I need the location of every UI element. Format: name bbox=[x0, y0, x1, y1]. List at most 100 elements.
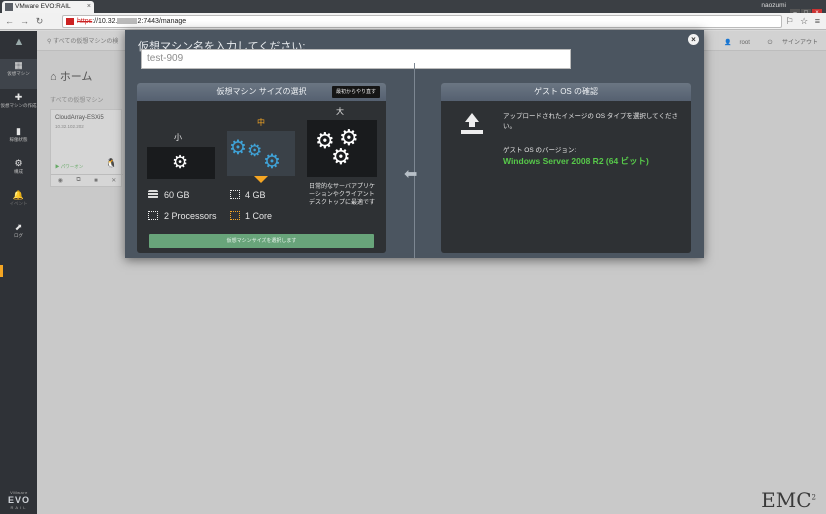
guest-os-panel-title: ゲスト OS の確認 bbox=[441, 83, 691, 101]
memory-value: 4 GB bbox=[245, 190, 266, 200]
sidebar-item-label: ログ bbox=[14, 233, 23, 238]
sidebar-item-label: イベント bbox=[9, 201, 28, 206]
size-option-medium[interactable]: ⚙ ⚙ ⚙ bbox=[227, 131, 295, 176]
vm-power-state: ▶ パワーオン bbox=[55, 164, 84, 169]
sidebar-item-label: 仮想マシン bbox=[7, 71, 30, 76]
cpu-icon bbox=[148, 211, 158, 220]
reset-button[interactable]: 最初からやり直す bbox=[331, 86, 380, 98]
emc-logo-text: EMC bbox=[761, 488, 812, 512]
vmware-favicon-icon bbox=[5, 3, 13, 11]
cpu-value: 2 Processors bbox=[164, 211, 217, 221]
back-arrow-icon[interactable]: ⬅ bbox=[404, 164, 417, 184]
url-redacted bbox=[117, 18, 138, 25]
footer-logo-line2: EVO bbox=[7, 495, 30, 505]
browser-tab-bar: VMware EVO:RAIL × naozumi –□× bbox=[0, 0, 826, 18]
browser-tab-title: VMware EVO:RAIL bbox=[15, 3, 71, 10]
url-path: 2:7443/manage bbox=[137, 18, 187, 25]
vm-ip: 10.32.102.202 bbox=[55, 124, 84, 129]
vm-size-panel: 仮想マシン サイズの選択 最初からやり直す 小 ⚙ 中 ⚙ ⚙ ⚙ 大 ⚙ ⚙ … bbox=[137, 83, 386, 253]
os-version-value[interactable]: Windows Server 2008 R2 (64 ビット) bbox=[503, 155, 649, 167]
emc-logo: EMC2 bbox=[761, 488, 816, 512]
page-title: ⌂ ホーム bbox=[50, 68, 92, 84]
bar-chart-icon: ▮ bbox=[16, 126, 21, 136]
vm-action-bar: ◉ ⧉ ■ ✕ bbox=[51, 174, 123, 186]
user-icon: 👤 bbox=[724, 40, 732, 46]
url-input[interactable]: https://10.32. 2:7443/manage bbox=[62, 15, 782, 28]
window-user-name: naozumi bbox=[761, 2, 786, 9]
vm-name: CloudArray-ESXi5 bbox=[55, 115, 104, 121]
plus-icon: ✚ bbox=[14, 92, 23, 102]
browser-tab[interactable]: VMware EVO:RAIL × bbox=[2, 1, 94, 13]
storage-icon bbox=[148, 190, 158, 199]
gear-icon: ⚙ bbox=[263, 151, 281, 173]
logout-link[interactable]: ⏻ サインアウト bbox=[760, 40, 818, 46]
guest-os-panel-title-text: ゲスト OS の確認 bbox=[533, 87, 598, 96]
url-scheme: https bbox=[77, 18, 93, 25]
back-arrow-icon[interactable]: ← bbox=[4, 16, 15, 27]
os-version-label: ゲスト OS のバージョン: bbox=[503, 147, 577, 154]
modal-close-button[interactable]: × bbox=[688, 34, 699, 45]
size-label-small: 小 bbox=[174, 133, 182, 142]
sidebar-item-create-vm[interactable]: ✚ 仮想マシンの作成 bbox=[0, 91, 37, 121]
url-host: ://10.32. bbox=[92, 18, 118, 25]
window-controls: –□× bbox=[789, 1, 823, 18]
clone-icon[interactable]: ⧉ bbox=[76, 177, 80, 184]
app-sidebar: ▲ ▦ 仮想マシン ✚ 仮想マシンの作成 ▮ 稼働状態 ⚙ 構成 🔔 イベント … bbox=[0, 31, 37, 514]
logout-label: サインアウト bbox=[781, 40, 818, 46]
size-option-large[interactable]: ⚙ ⚙ ⚙ bbox=[307, 120, 377, 177]
sidebar-item-health[interactable]: ▮ 稼働状態 bbox=[0, 125, 37, 155]
home-icon: ⌂ bbox=[50, 71, 60, 83]
sidebar-item-events[interactable]: 🔔 イベント bbox=[0, 189, 37, 219]
sidebar-item-vms[interactable]: ▦ 仮想マシン bbox=[0, 59, 37, 89]
upload-icon bbox=[461, 113, 483, 135]
user-name: root bbox=[739, 40, 750, 46]
os-description: アップロードされたイメージの OS タイプを選択してください。 bbox=[503, 113, 678, 130]
forward-arrow-icon[interactable]: → bbox=[19, 16, 30, 27]
gear-icon: ⚙ bbox=[331, 144, 351, 169]
storage-value: 60 GB bbox=[164, 190, 190, 200]
gear-icon: ⚙ bbox=[172, 152, 189, 172]
stop-icon[interactable]: ■ bbox=[94, 178, 98, 184]
page-subtitle: すべての仮想マシン bbox=[50, 98, 104, 104]
vm-name-input[interactable]: test-909 bbox=[141, 49, 571, 69]
insecure-lock-icon bbox=[66, 18, 74, 25]
reload-icon[interactable]: ↻ bbox=[34, 16, 45, 27]
tab-close-icon[interactable]: × bbox=[87, 1, 91, 13]
vm-card[interactable]: CloudArray-ESXi5 10.32.102.202 ▶ パワーオン 🐧… bbox=[50, 109, 123, 187]
gear-icon: ⚙ bbox=[229, 137, 247, 159]
size-label-medium: 中 bbox=[257, 118, 265, 127]
core-icon bbox=[230, 211, 240, 220]
view-icon[interactable]: ◉ bbox=[58, 177, 63, 184]
sidebar-item-config[interactable]: ⚙ 構成 bbox=[0, 157, 37, 187]
search-input[interactable]: すべての仮想マシンの検 bbox=[53, 39, 118, 45]
vm-size-panel-title-text: 仮想マシン サイズの選択 bbox=[216, 87, 307, 96]
gear-icon: ⚙ bbox=[247, 141, 263, 160]
create-vm-modal: × 仮想マシン名を入力してください: test-909 仮想マシン サイズの選択… bbox=[125, 30, 704, 258]
size-description: 日常的なサーバアプリケーションやクライアント デスクトップに最適です bbox=[309, 184, 376, 206]
sidebar-item-label: 構成 bbox=[14, 169, 23, 174]
step-divider bbox=[414, 63, 415, 258]
footer-logo-line3: RAIL bbox=[10, 505, 28, 510]
cores-value: 1 Core bbox=[245, 211, 273, 221]
address-bar: ← → ↻ https://10.32. 2:7443/manage ⚐ ☆ ≡ bbox=[0, 13, 826, 30]
evo-rail-logo-icon: ▲ bbox=[13, 36, 25, 48]
selected-size-pointer bbox=[254, 176, 268, 183]
size-option-small[interactable]: ⚙ bbox=[147, 147, 215, 179]
gear-icon: ⚙ bbox=[14, 158, 23, 168]
browser-toolbar-icons[interactable]: ⚐ ☆ ≡ bbox=[786, 16, 822, 27]
delete-icon[interactable]: ✕ bbox=[111, 177, 116, 184]
vm-search[interactable]: ⚲ すべての仮想マシンの検 bbox=[47, 36, 118, 45]
grid-icon: ▦ bbox=[14, 60, 23, 70]
guest-os-panel: ゲスト OS の確認 アップロードされたイメージの OS タイプを選択してくださ… bbox=[441, 83, 691, 253]
evo-rail-footer-logo: VMware EVO RAIL bbox=[4, 490, 34, 510]
select-size-button[interactable]: 仮想マシンサイズを選択します bbox=[149, 234, 374, 248]
emc-logo-superscript: 2 bbox=[811, 493, 816, 502]
memory-icon bbox=[230, 190, 240, 199]
size-label-large: 大 bbox=[336, 107, 344, 116]
bell-icon: 🔔 bbox=[12, 190, 25, 200]
topbar-user-area: 👤 root ⏻ サインアウト bbox=[716, 37, 818, 47]
page-title-text: ホーム bbox=[59, 71, 93, 83]
sidebar-item-label: 仮想マシンの作成 bbox=[0, 103, 37, 108]
sidebar-marker bbox=[0, 265, 3, 277]
sidebar-item-logs[interactable]: ⬈ ログ bbox=[0, 221, 37, 251]
